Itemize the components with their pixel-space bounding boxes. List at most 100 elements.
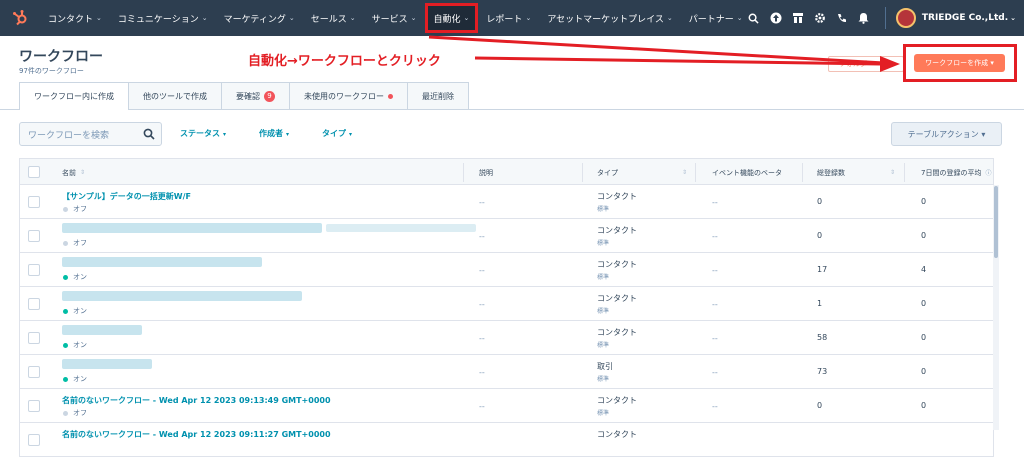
nav-reports[interactable]: レポート ⌄: [478, 0, 539, 36]
status-label: オン: [73, 273, 87, 281]
creator-filter[interactable]: 作成者 ▾: [259, 128, 289, 139]
status-dot-icon: [63, 376, 68, 382]
creator-filter-label: 作成者: [259, 129, 283, 138]
nav-partner[interactable]: パートナー ⌄: [681, 0, 751, 36]
table-row[interactable]: オン -- コンタクト 標準 -- 17 4: [19, 253, 994, 287]
column-type[interactable]: タイプ: [597, 159, 618, 186]
hubspot-logo-icon[interactable]: [0, 0, 40, 36]
column-name-label: 名前: [62, 168, 76, 177]
account-menu[interactable]: TRIEDGE Co.,Ltd. ⌄: [884, 7, 1024, 29]
sort-icon[interactable]: ⇕: [678, 159, 687, 186]
row-checkbox[interactable]: [28, 400, 40, 412]
column-name[interactable]: 名前 ⇕: [62, 159, 85, 186]
status-indicator: オフ: [63, 204, 87, 214]
chevron-down-icon: ▾: [223, 131, 227, 138]
type-cell: コンタクト: [597, 192, 637, 201]
nav-marketing[interactable]: マーケティング ⌄: [216, 0, 303, 36]
chevron-down-icon: ⌄: [288, 14, 295, 22]
calling-icon[interactable]: [831, 0, 853, 36]
status-filter[interactable]: ステータス ▾: [180, 128, 226, 139]
chevron-down-icon: ⌄: [96, 14, 102, 22]
alert-dot-icon: [388, 93, 393, 99]
marketplace-icon[interactable]: [787, 0, 809, 36]
upgrade-icon[interactable]: [765, 0, 787, 36]
table-row[interactable]: 名前のないワークフロー - Wed Apr 12 2023 09:11:27 G…: [19, 423, 994, 457]
status-label: オン: [73, 375, 87, 383]
tab-label: 未使用のワークフロー: [304, 91, 384, 101]
row-checkbox[interactable]: [28, 264, 40, 276]
type-cell: コンタクト: [597, 396, 637, 405]
scrollbar-thumb[interactable]: [994, 186, 998, 258]
avg-enrolled-cell: 0: [921, 231, 927, 240]
page-title: ワークフロー: [19, 49, 103, 65]
status-label: オン: [73, 307, 87, 315]
row-checkbox[interactable]: [28, 196, 40, 208]
search-box[interactable]: ワークフローを検索: [19, 122, 162, 146]
redacted-name: [62, 291, 302, 301]
top-navigation: コンタクト ⌄ コミュニケーション ⌄ マーケティング ⌄ セールス ⌄ サービス ⌄ 自動化 ⌄ レポ…: [0, 0, 1024, 36]
nav-automation[interactable]: 自動化 ⌄: [424, 3, 479, 33]
event-beta-cell: --: [712, 334, 718, 343]
column-divider: [463, 163, 464, 182]
table-row[interactable]: オン -- 取引 標準 -- 73 0: [19, 355, 994, 389]
nav-service[interactable]: サービス ⌄: [364, 0, 425, 36]
total-enrolled-cell: 73: [817, 367, 828, 376]
search-icon[interactable]: [743, 0, 765, 36]
workflow-name[interactable]: 名前のないワークフロー - Wed Apr 12 2023 09:13:49 G…: [62, 396, 331, 405]
table-row[interactable]: オフ -- コンタクト 標準 -- 0 0: [19, 219, 994, 253]
nav-asset-marketplace[interactable]: アセットマーケットプレイス ⌄: [539, 0, 680, 36]
create-workflow-button[interactable]: ワークフローを作成 ▾: [914, 54, 1005, 72]
type-subtype: 標準: [597, 342, 610, 349]
column-divider: [695, 163, 696, 182]
table-row[interactable]: オン -- コンタクト 標準 -- 1 0: [19, 287, 994, 321]
row-checkbox[interactable]: [28, 434, 40, 446]
column-total-enrolled[interactable]: 総登録数: [817, 159, 845, 186]
description-cell: --: [479, 232, 485, 241]
workflow-name-link[interactable]: 【サンプル】データの一括更新W/F: [62, 191, 191, 202]
nav-contacts[interactable]: コンタクト ⌄: [40, 0, 110, 36]
table-row[interactable]: 名前のないワークフロー - Wed Apr 12 2023 09:13:49 G…: [19, 389, 994, 423]
search-icon[interactable]: [143, 128, 155, 140]
status-label: オン: [73, 341, 87, 349]
description-cell: --: [479, 334, 485, 343]
tab-3[interactable]: 要確認 9: [222, 82, 290, 110]
workflow-name-link[interactable]: 名前のないワークフロー - Wed Apr 12 2023 09:13:49 G…: [62, 395, 331, 406]
info-icon[interactable]: ⓘ: [985, 168, 991, 177]
nav-sales[interactable]: セールス ⌄: [303, 0, 364, 36]
workflow-name[interactable]: 【サンプル】データの一括更新W/F: [62, 192, 191, 201]
notifications-bell-icon[interactable]: [853, 0, 875, 36]
workflow-name-link[interactable]: 名前のないワークフロー - Wed Apr 12 2023 09:11:27 G…: [62, 429, 331, 440]
status-dot-icon: [63, 342, 68, 348]
workflow-name[interactable]: 名前のないワークフロー - Wed Apr 12 2023 09:11:27 G…: [62, 430, 331, 439]
column-7day-average[interactable]: 7日間の登録の平均 ⓘ: [921, 159, 991, 186]
status-indicator: オフ: [63, 238, 87, 248]
total-enrolled-cell: 0: [817, 197, 823, 206]
type-cell: コンタクト: [597, 328, 637, 337]
type-cell: コンタクト: [597, 430, 637, 439]
table-row[interactable]: オン -- コンタクト 標準 -- 58 0: [19, 321, 994, 355]
description-cell: --: [479, 402, 485, 411]
row-checkbox[interactable]: [28, 298, 40, 310]
avg-enrolled-cell: 0: [921, 367, 927, 376]
nav-conversations[interactable]: コミュニケーション ⌄: [110, 0, 216, 36]
sort-icon[interactable]: ⇕: [886, 159, 895, 186]
row-checkbox[interactable]: [28, 332, 40, 344]
row-checkbox[interactable]: [28, 230, 40, 242]
search-input[interactable]: ワークフローを検索: [28, 128, 109, 141]
tab-label: ワークフロー内に作成: [34, 92, 114, 101]
select-all-checkbox[interactable]: [28, 166, 40, 178]
row-checkbox[interactable]: [28, 366, 40, 378]
tab-2[interactable]: 他のツールで作成: [129, 82, 222, 110]
redacted-block: [62, 359, 152, 369]
tab-5[interactable]: 最近削除: [408, 82, 469, 110]
tab-1[interactable]: ワークフロー内に作成: [19, 82, 129, 110]
type-filter[interactable]: タイプ ▾: [322, 128, 352, 139]
workflow-count: 97件のワークフロー: [19, 67, 84, 75]
table-actions-button[interactable]: テーブルアクション ▾: [891, 122, 1002, 146]
redacted-block: [62, 257, 262, 267]
folder-button[interactable]: フォルダー: [828, 56, 904, 72]
type-cell: コンタクト: [597, 260, 637, 269]
settings-icon[interactable]: [809, 0, 831, 36]
tab-4[interactable]: 未使用のワークフロー: [290, 82, 408, 110]
table-row[interactable]: 【サンプル】データの一括更新W/F オフ -- コンタクト 標準 -- 0 0: [19, 185, 994, 219]
